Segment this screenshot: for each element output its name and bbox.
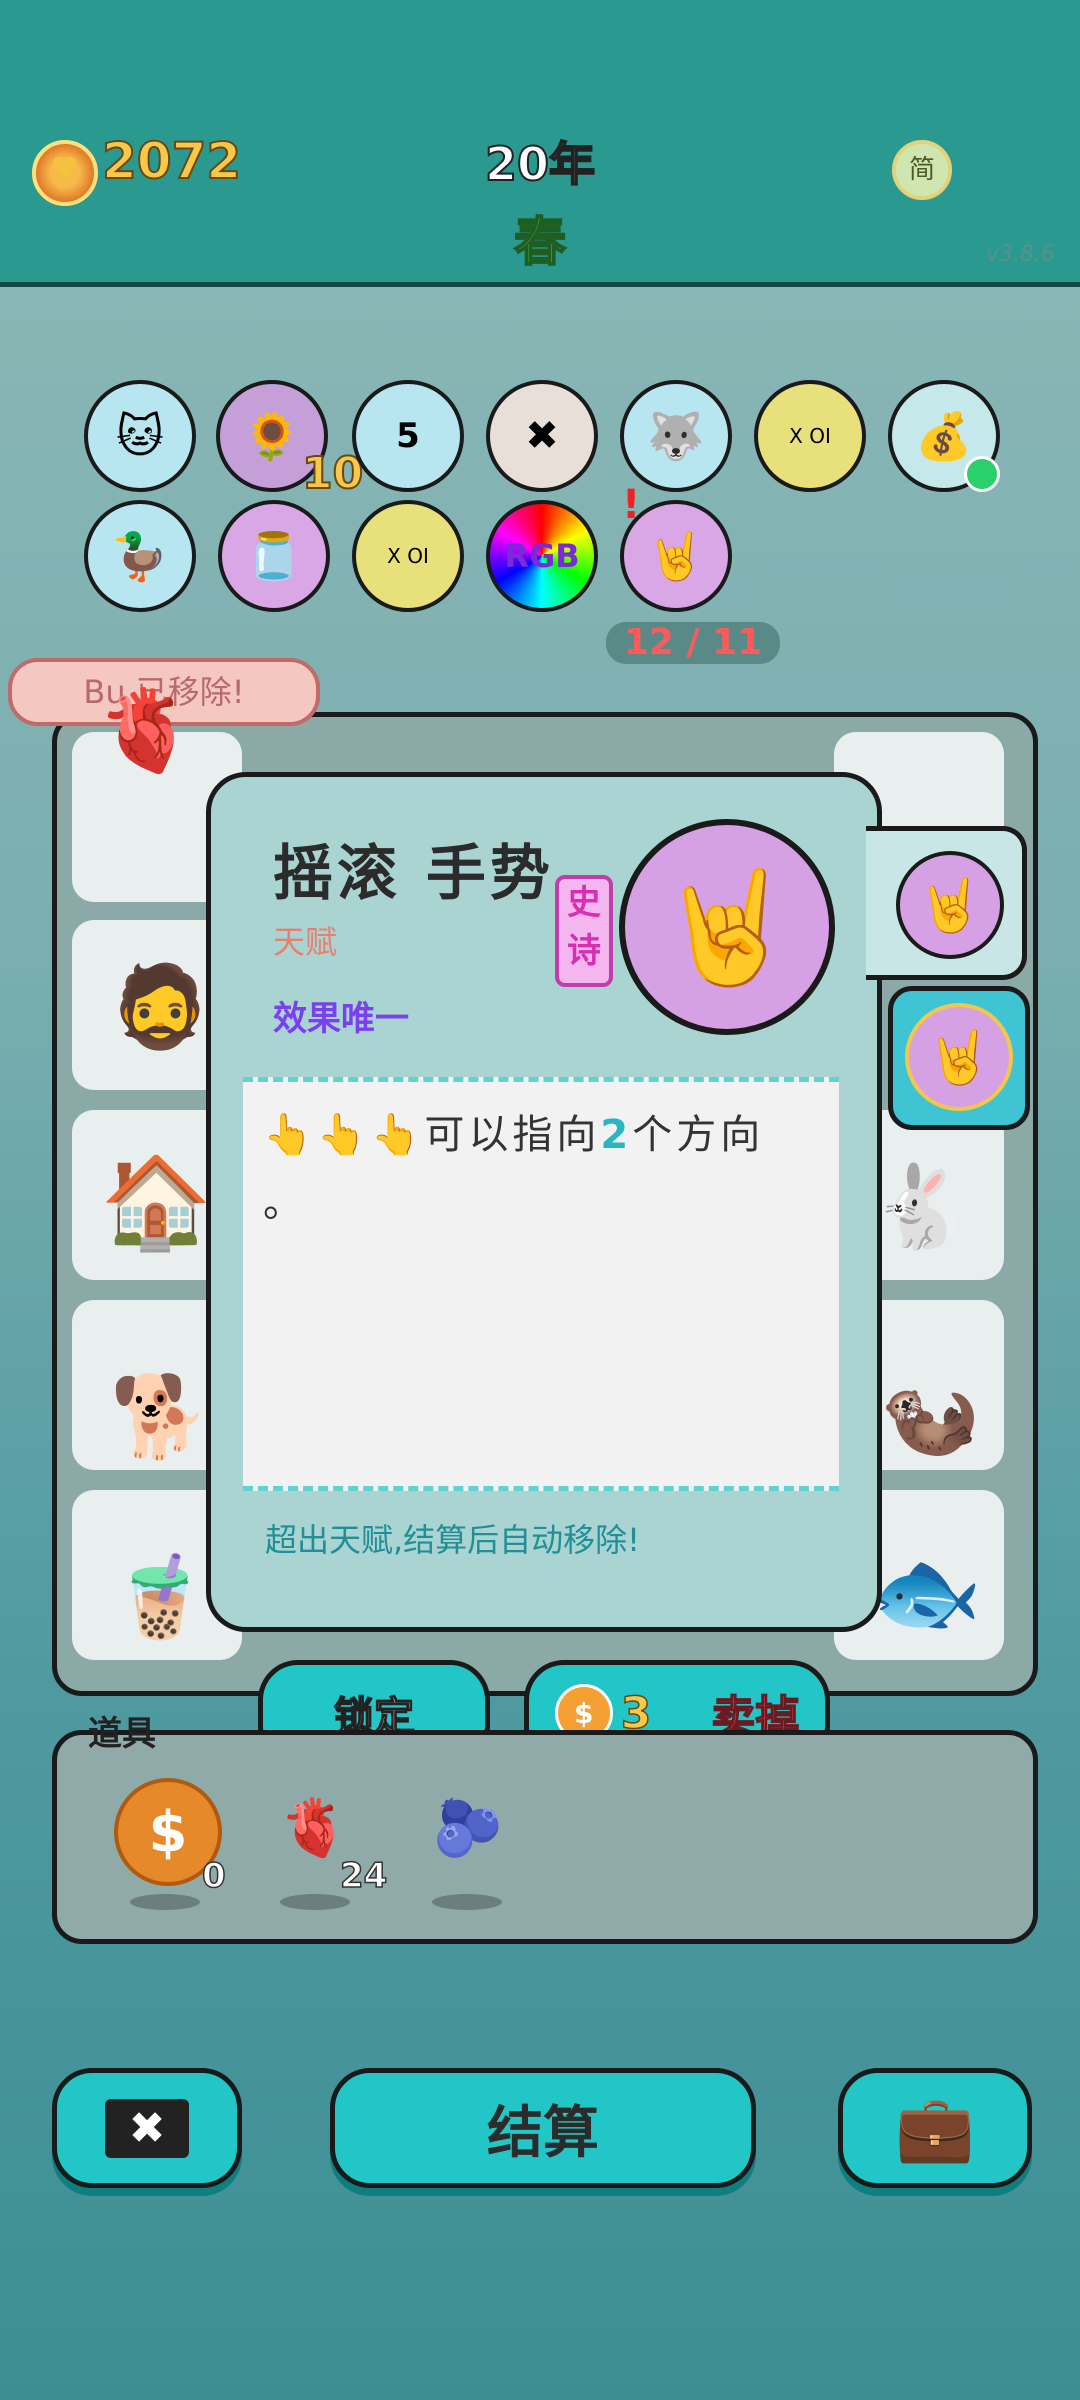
slot-counter: 12 / 11 xyxy=(606,622,780,664)
husky-dog-icon: 🐕 xyxy=(110,1370,210,1463)
detail-popup: 摇滚 手势 天赋 效果唯一 史诗 🤘 👆👆👆可以指向2个方向 。 超出天赋,结算… xyxy=(206,772,882,1632)
bubble-tea-icon: 🧋 xyxy=(110,1550,210,1643)
item-shadow xyxy=(280,1894,350,1910)
language-toggle-button[interactable]: 简 xyxy=(892,140,952,200)
item-effect-tag: 效果唯一 xyxy=(273,999,409,1039)
rice-cooker-duck-icon[interactable]: 🦆 xyxy=(84,500,196,612)
item-type: 天赋 xyxy=(273,923,338,961)
selected-item-tab[interactable]: 🤘 xyxy=(866,826,1027,980)
new-indicator-dot xyxy=(964,456,1000,492)
briefcase-icon: 💼 xyxy=(895,2091,975,2166)
rarity-badge: 史诗 xyxy=(555,875,613,987)
otter-icon: 🦦 xyxy=(880,1370,980,1463)
rgb-icon[interactable]: RGB xyxy=(486,500,598,612)
item-count: 0 xyxy=(201,1855,226,1897)
relic-badge: 10 xyxy=(301,447,364,500)
items-label: 道具 xyxy=(88,1714,156,1754)
item-title: 摇滚 手势 xyxy=(273,839,554,909)
description-text: 👆👆👆可以指向2个方向 xyxy=(263,1112,765,1158)
husky-icon[interactable]: 🐺 xyxy=(620,380,732,492)
jar-icon[interactable]: 🫙 xyxy=(218,500,330,612)
delete-key-icon: ✖ xyxy=(104,2098,190,2158)
blueberry-icon[interactable]: 🫐 xyxy=(418,1778,518,1878)
coin-count: 2072 xyxy=(101,131,242,191)
item-count: 24 xyxy=(339,1855,388,1897)
rabbit-house-icon: 🐇 xyxy=(870,1160,970,1253)
upgraded-item-tab[interactable]: 🤘 xyxy=(888,986,1030,1130)
delete-key-icon[interactable]: ✖ xyxy=(486,380,598,492)
calendar-icon[interactable]: 5 xyxy=(352,380,464,492)
koi-fish-icon: 🐟 xyxy=(870,1540,983,1645)
house-icon: 🏠 xyxy=(100,1150,213,1255)
version-label: v3.8.6 xyxy=(986,242,1055,267)
item-shadow xyxy=(432,1894,502,1910)
chip-icon[interactable]: X OI xyxy=(352,500,464,612)
season-label: 春 xyxy=(513,212,567,274)
description-box: 👆👆👆可以指向2个方向 。 xyxy=(243,1077,839,1491)
inventory-button[interactable]: 💼 xyxy=(838,2068,1032,2188)
coin-icon xyxy=(32,140,98,206)
liver-icon: 🫀 xyxy=(96,684,196,777)
popup-footer-note: 超出天赋,结算后自动移除! xyxy=(265,1521,641,1559)
settle-button[interactable]: 结算 xyxy=(330,2068,756,2188)
delete-button[interactable]: ✖ xyxy=(52,2068,242,2188)
year-label: 20年 xyxy=(484,136,596,192)
item-shadow xyxy=(130,1894,200,1910)
sunflower-cat-icon[interactable]: 🐱 xyxy=(84,380,196,492)
man-icon: 🧔 xyxy=(110,960,210,1053)
description-end: 。 xyxy=(263,1180,303,1226)
rock-hand-icon: 🤘 xyxy=(619,819,835,1035)
chip-icon[interactable]: X OI xyxy=(754,380,866,492)
alert-icon: ! xyxy=(622,482,641,528)
rock-hand-icon: 🤘 xyxy=(896,851,1004,959)
rock-hand-icon: 🤘 xyxy=(905,1003,1013,1111)
